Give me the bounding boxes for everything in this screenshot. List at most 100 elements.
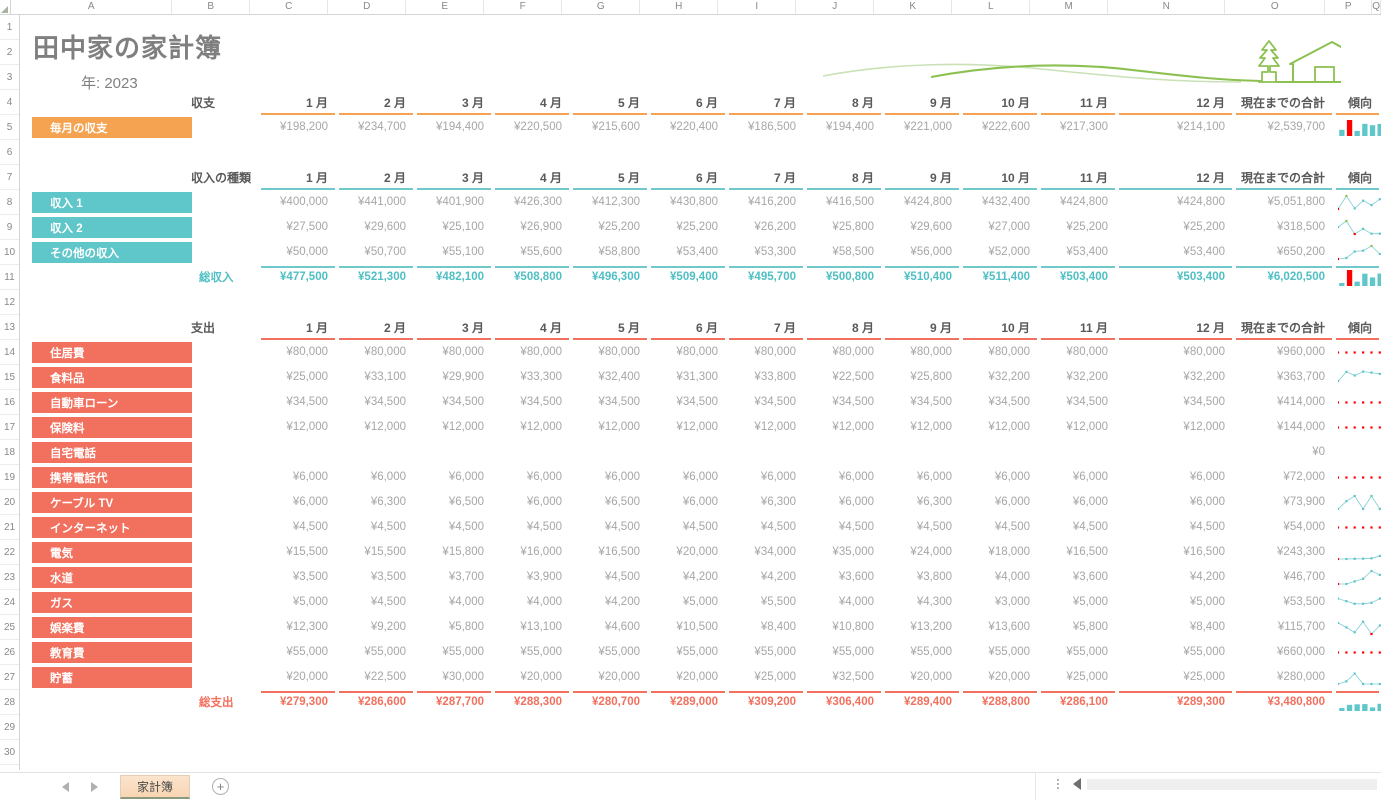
row-total-cell[interactable]: ¥280,000 — [1234, 666, 1334, 688]
section-total-cell[interactable]: ¥503,400 — [1039, 266, 1117, 288]
table-cell[interactable]: ¥4,500 — [337, 591, 415, 613]
column-header-c[interactable]: C — [250, 0, 329, 14]
table-cell[interactable]: ¥22,500 — [337, 666, 415, 688]
table-cell[interactable]: ¥222,600 — [961, 116, 1039, 138]
table-cell[interactable]: ¥15,800 — [415, 541, 493, 563]
table-cell[interactable]: ¥58,800 — [571, 241, 649, 263]
table-cell[interactable]: ¥26,900 — [493, 216, 571, 238]
table-cell[interactable]: ¥4,000 — [493, 591, 571, 613]
table-cell[interactable]: ¥25,200 — [649, 216, 727, 238]
table-cell[interactable]: ¥4,600 — [571, 616, 649, 638]
row-total-cell[interactable]: ¥2,539,700 — [1234, 116, 1334, 138]
table-cell[interactable]: ¥55,000 — [571, 641, 649, 663]
table-cell[interactable]: ¥34,500 — [805, 391, 883, 413]
grand-total-cell[interactable]: ¥3,480,800 — [1234, 691, 1334, 713]
row-header-3[interactable]: 3 — [0, 65, 19, 90]
table-cell[interactable]: ¥3,500 — [337, 566, 415, 588]
table-cell[interactable]: ¥424,800 — [883, 191, 961, 213]
table-cell[interactable]: ¥80,000 — [259, 341, 337, 363]
section-total-cell[interactable]: ¥287,700 — [415, 691, 493, 713]
row-header-7[interactable]: 7 — [0, 165, 19, 190]
category-row-expense-10[interactable]: 水道 — [32, 567, 192, 589]
table-cell[interactable]: ¥214,100 — [1117, 116, 1234, 138]
table-cell[interactable]: ¥6,000 — [493, 466, 571, 488]
table-cell[interactable]: ¥3,700 — [415, 566, 493, 588]
row-header-14[interactable]: 14 — [0, 340, 19, 365]
section-total-cell[interactable]: ¥289,000 — [649, 691, 727, 713]
table-cell[interactable]: ¥35,000 — [805, 541, 883, 563]
table-cell[interactable]: ¥3,800 — [883, 566, 961, 588]
section-total-cell[interactable]: ¥496,300 — [571, 266, 649, 288]
table-cell[interactable]: ¥6,500 — [415, 491, 493, 513]
column-header-g[interactable]: G — [562, 0, 641, 14]
row-total-cell[interactable]: ¥73,900 — [1234, 491, 1334, 513]
table-cell[interactable]: ¥55,100 — [415, 241, 493, 263]
row-total-cell[interactable]: ¥363,700 — [1234, 366, 1334, 388]
table-cell[interactable]: ¥34,500 — [727, 391, 805, 413]
table-cell[interactable]: ¥24,000 — [883, 541, 961, 563]
table-cell[interactable]: ¥12,000 — [337, 416, 415, 438]
row-header-8[interactable]: 8 — [0, 190, 19, 215]
row-header-24[interactable]: 24 — [0, 590, 19, 615]
table-cell[interactable]: ¥16,500 — [1117, 541, 1234, 563]
section-total-cell[interactable]: ¥511,400 — [961, 266, 1039, 288]
table-cell[interactable]: ¥6,000 — [961, 466, 1039, 488]
table-cell[interactable]: ¥55,000 — [883, 641, 961, 663]
section-total-cell[interactable]: ¥279,300 — [259, 691, 337, 713]
table-cell[interactable]: ¥22,500 — [805, 366, 883, 388]
row-total-cell[interactable]: ¥144,000 — [1234, 416, 1334, 438]
table-cell[interactable]: ¥12,000 — [259, 416, 337, 438]
section-total-cell[interactable]: ¥306,400 — [805, 691, 883, 713]
table-cell[interactable]: ¥55,000 — [805, 641, 883, 663]
table-cell[interactable]: ¥34,500 — [1117, 391, 1234, 413]
section-total-cell[interactable]: ¥288,300 — [493, 691, 571, 713]
row-header-29[interactable]: 29 — [0, 715, 19, 740]
category-row-income-3[interactable]: その他の収入 — [32, 242, 192, 264]
table-cell[interactable]: ¥215,600 — [571, 116, 649, 138]
table-cell[interactable]: ¥4,500 — [571, 566, 649, 588]
table-cell[interactable]: ¥5,000 — [259, 591, 337, 613]
column-header-d[interactable]: D — [328, 0, 407, 14]
table-cell[interactable]: ¥80,000 — [571, 341, 649, 363]
section-total-cell[interactable]: ¥509,400 — [649, 266, 727, 288]
table-cell[interactable]: ¥4,200 — [571, 591, 649, 613]
table-cell[interactable]: ¥6,300 — [727, 491, 805, 513]
table-cell[interactable]: ¥13,200 — [883, 616, 961, 638]
table-cell[interactable]: ¥5,800 — [1039, 616, 1117, 638]
category-row-expense-2[interactable]: 食料品 — [32, 367, 192, 389]
table-cell[interactable]: ¥18,000 — [961, 541, 1039, 563]
table-cell[interactable]: ¥9,200 — [337, 616, 415, 638]
table-cell[interactable]: ¥25,800 — [883, 366, 961, 388]
table-cell[interactable]: ¥34,500 — [883, 391, 961, 413]
table-cell[interactable]: ¥8,400 — [1117, 616, 1234, 638]
table-cell[interactable] — [649, 441, 727, 463]
table-cell[interactable]: ¥12,000 — [1039, 416, 1117, 438]
table-cell[interactable]: ¥33,800 — [727, 366, 805, 388]
table-cell[interactable]: ¥20,000 — [883, 666, 961, 688]
row-total-cell[interactable]: ¥54,000 — [1234, 516, 1334, 538]
section-total-cell[interactable]: ¥503,400 — [1117, 266, 1234, 288]
section-total-cell[interactable]: ¥289,300 — [1117, 691, 1234, 713]
section-total-cell[interactable]: ¥280,700 — [571, 691, 649, 713]
row-total-cell[interactable]: ¥115,700 — [1234, 616, 1334, 638]
row-header-1[interactable]: 1 — [0, 15, 19, 40]
table-cell[interactable]: ¥29,900 — [415, 366, 493, 388]
table-cell[interactable]: ¥80,000 — [961, 341, 1039, 363]
section-total-cell[interactable]: ¥508,800 — [493, 266, 571, 288]
table-cell[interactable] — [961, 441, 1039, 463]
row-header-12[interactable]: 12 — [0, 290, 19, 315]
table-cell[interactable]: ¥4,500 — [727, 516, 805, 538]
table-cell[interactable]: ¥53,400 — [1117, 241, 1234, 263]
row-header-22[interactable]: 22 — [0, 540, 19, 565]
table-cell[interactable]: ¥401,900 — [415, 191, 493, 213]
table-cell[interactable] — [493, 441, 571, 463]
category-row-expense-13[interactable]: 教育費 — [32, 642, 192, 664]
table-cell[interactable] — [883, 441, 961, 463]
table-cell[interactable]: ¥20,000 — [649, 666, 727, 688]
table-cell[interactable]: ¥25,000 — [259, 366, 337, 388]
table-cell[interactable]: ¥6,000 — [337, 466, 415, 488]
table-cell[interactable]: ¥4,500 — [1117, 516, 1234, 538]
table-cell[interactable]: ¥55,000 — [1117, 641, 1234, 663]
table-cell[interactable]: ¥25,200 — [1117, 216, 1234, 238]
table-cell[interactable]: ¥4,000 — [961, 566, 1039, 588]
